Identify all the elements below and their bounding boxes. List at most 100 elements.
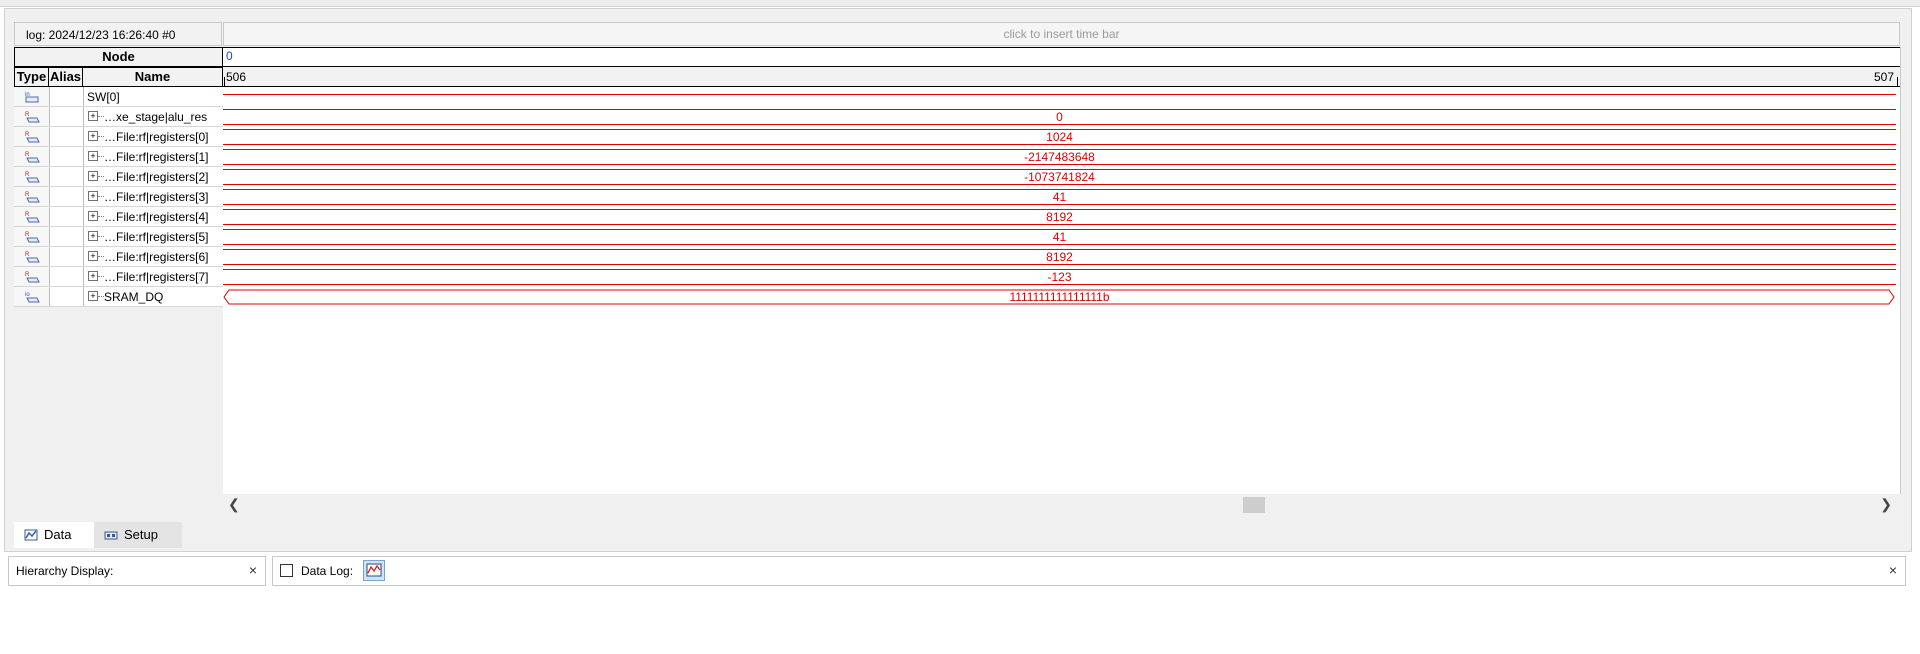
tab-data[interactable]: Data [14,522,94,548]
waveform-bottom-line [223,224,1896,225]
node-alias-cell[interactable] [49,287,84,306]
node-row[interactable]: R + …xe_stage|alu_res [14,107,223,127]
node-name-cell[interactable]: + SRAM_DQ [84,287,223,306]
waveform-value: 41 [1052,190,1067,204]
expand-icon[interactable]: + [88,111,98,121]
log-label-bar: log: 2024/12/23 16:26:40 #0 [14,22,222,46]
waveform-row[interactable]: 8192 [223,247,1896,267]
node-type-cell: R [14,167,50,186]
column-alias[interactable]: Alias [48,67,83,87]
node-row[interactable]: R + …File:rf|registers[4] [14,207,223,227]
expand-icon[interactable]: + [88,171,98,181]
expand-icon[interactable]: + [88,151,98,161]
node-alias-cell[interactable] [49,187,84,206]
node-name-cell[interactable]: + …File:rf|registers[2] [84,167,223,186]
data-log-button[interactable] [363,560,385,581]
hierarchy-close-icon[interactable]: × [249,562,257,578]
node-name: …File:rf|registers[0] [104,130,209,144]
waveform-row[interactable]: 41 [223,187,1896,207]
node-alias-cell[interactable] [49,267,84,286]
expand-icon[interactable]: + [88,251,98,261]
node-name-cell[interactable]: + …File:rf|registers[6] [84,247,223,266]
waveform-bottom-line [223,244,1896,245]
node-alias-cell[interactable] [49,87,84,106]
waveform-row[interactable]: -1073741824 [223,167,1896,187]
node-alias-cell[interactable] [49,167,84,186]
scroll-thumb[interactable] [1243,497,1265,513]
input-pin-icon: in [25,92,39,103]
node-name-cell[interactable]: + …File:rf|registers[0] [84,127,223,146]
node-name-cell[interactable]: SW[0] [84,87,223,106]
node-name-cell[interactable]: + …File:rf|registers[7] [84,267,223,286]
node-alias-cell[interactable] [49,127,84,146]
node-name-cell[interactable]: + …File:rf|registers[4] [84,207,223,226]
node-alias-cell[interactable] [49,107,84,126]
register-icon: R [25,152,40,163]
expand-icon[interactable]: + [88,211,98,221]
expand-icon[interactable]: + [88,191,98,201]
node-name: …File:rf|registers[2] [104,170,209,184]
waveform-value: -1073741824 [1024,170,1095,184]
waveform-row[interactable]: 8192 [223,207,1896,227]
waveform-row[interactable]: 41 [223,227,1896,247]
node-name-cell[interactable]: + …File:rf|registers[3] [84,187,223,206]
data-log-title: Data Log: [301,564,354,578]
node-name-cell[interactable]: + …File:rf|registers[5] [84,227,223,246]
node-row[interactable]: R + …File:rf|registers[0] [14,127,223,147]
node-row[interactable]: R + …File:rf|registers[6] [14,247,223,267]
register-icon: R [25,252,40,263]
node-row[interactable]: in SW[0] [14,87,223,107]
waveform-bottom-line [223,144,1896,145]
waveform-row[interactable]: 1111111111111111b [223,287,1896,307]
waveform-value: 1111111111111111b [1009,290,1110,304]
node-name: …File:rf|registers[7] [104,270,209,284]
expand-icon[interactable]: + [88,231,98,241]
scale-left-label: 506 [226,70,247,84]
waveform-row[interactable]: -2147483648 [223,147,1896,167]
node-alias-cell[interactable] [49,147,84,166]
node-row[interactable]: R + …File:rf|registers[1] [14,147,223,167]
scroll-right-icon[interactable]: ❯ [1880,496,1892,513]
waveform-row[interactable]: 0 [223,107,1896,127]
insert-time-bar[interactable]: click to insert time bar [223,22,1900,46]
scale-tick-left [224,77,225,86]
waveform-bottom-line [223,204,1896,205]
tab-setup[interactable]: Setup [94,522,182,548]
node-alias-cell[interactable] [49,247,84,266]
node-type-cell: R [14,227,50,246]
waveform-bottom-line [223,284,1896,285]
expand-icon[interactable]: + [88,131,98,141]
register-icon: R [25,192,40,203]
node-row[interactable]: R + …File:rf|registers[3] [14,187,223,207]
expand-icon[interactable]: + [88,271,98,281]
waveform-panel[interactable]: 0 506 507 0 1024 -2147483648 -1073741824 41 8… [223,47,1901,494]
horizontal-scrollbar[interactable]: ❮ ❯ [223,494,1900,516]
node-alias-cell[interactable] [49,227,84,246]
node-name-cell[interactable]: + …xe_stage|alu_res [84,107,223,126]
cursor-row: 0 [223,47,1900,67]
register-icon: R [25,232,40,243]
node-alias-cell[interactable] [49,207,84,226]
column-name[interactable]: Name [82,67,223,87]
node-name: …File:rf|registers[1] [104,150,209,164]
waveform-row[interactable]: 1024 [223,127,1896,147]
node-name-cell[interactable]: + …File:rf|registers[1] [84,147,223,166]
register-icon: R [25,212,40,223]
node-row[interactable]: io + SRAM_DQ [14,287,223,307]
svg-text:R: R [25,172,30,178]
node-row[interactable]: R + …File:rf|registers[7] [14,267,223,287]
node-type-cell: R [14,147,50,166]
data-log-close-icon[interactable]: × [1889,562,1897,578]
column-type[interactable]: Type [14,67,49,87]
data-log-checkbox[interactable] [280,564,293,577]
node-row[interactable]: R + …File:rf|registers[5] [14,227,223,247]
node-row[interactable]: R + …File:rf|registers[2] [14,167,223,187]
node-type-cell: in [14,87,50,106]
waveform-row[interactable] [223,87,1896,107]
svg-text:io: io [25,292,30,298]
scroll-left-icon[interactable]: ❮ [228,496,240,513]
waveform-line [223,94,1896,95]
waveform-row[interactable]: -123 [223,267,1896,287]
expand-icon[interactable]: + [88,291,98,301]
svg-text:R: R [25,272,30,278]
